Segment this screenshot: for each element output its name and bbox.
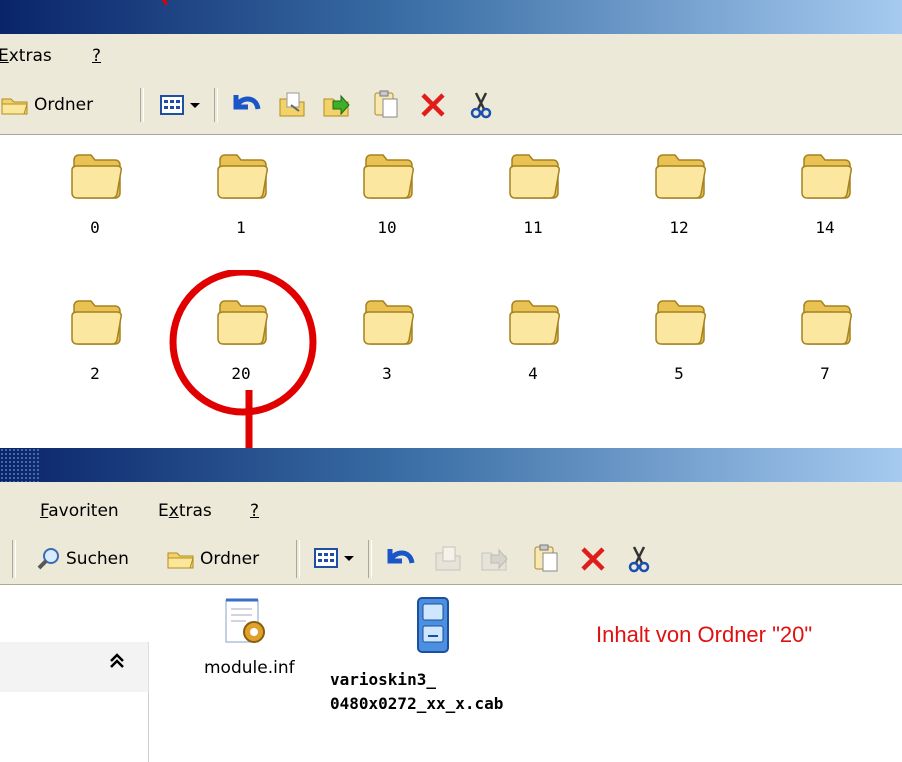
collapse-section-button[interactable] [108, 652, 126, 675]
copy-to-icon [323, 94, 350, 117]
folder-icon [655, 154, 706, 199]
folder-icon [801, 300, 852, 345]
scissors-icon [470, 92, 492, 119]
top-toolbar: Ordner [0, 76, 902, 135]
copy-to-icon [481, 548, 508, 571]
file-name-line1: varioskin3_ [330, 670, 436, 689]
views-icon [160, 95, 200, 115]
folders-button[interactable]: Ordner [166, 546, 259, 572]
folder-label: 0 [90, 218, 100, 237]
delete-button[interactable] [418, 90, 448, 120]
undo-icon [387, 549, 415, 564]
folder-item[interactable]: 12 [624, 150, 734, 270]
folder-item[interactable]: 11 [478, 150, 588, 270]
undo-button[interactable] [228, 90, 264, 120]
delete-icon [421, 93, 445, 117]
cab-archive-icon [417, 597, 449, 653]
copy-to-button [478, 544, 512, 574]
file-varioskin-cab[interactable]: varioskin3_ 0480x0272_xx_x.cab [330, 596, 550, 726]
search-button[interactable]: Suchen [36, 546, 129, 572]
folder-label: 10 [377, 218, 397, 237]
views-button[interactable] [160, 93, 204, 117]
menu-extras[interactable]: Extras [158, 499, 212, 523]
folder-icon [655, 300, 706, 345]
folder-icon [167, 552, 194, 569]
double-chevron-up-icon [110, 653, 124, 668]
paste-button[interactable] [530, 542, 562, 574]
folder-label: 14 [815, 218, 835, 237]
cut-button[interactable] [466, 90, 496, 120]
folder-icon [71, 154, 122, 199]
folder-label: 11 [523, 218, 543, 237]
folder-label: 5 [674, 364, 684, 383]
folders-button[interactable]: Ordner [0, 92, 93, 118]
folder-icon [509, 300, 560, 345]
top-menu-bar: Extras ? [0, 34, 902, 77]
folder-item[interactable]: 4 [478, 296, 588, 416]
folder-label: 1 [236, 218, 246, 237]
menu-favorites[interactable]: Favoriten [40, 499, 119, 523]
folder-icon [217, 154, 268, 199]
folder-item[interactable]: 14 [770, 150, 880, 270]
folder-icon [71, 300, 122, 345]
file-name: module.inf [204, 658, 295, 678]
views-icon [314, 548, 354, 568]
folder-icon [363, 300, 414, 345]
folder-item[interactable]: 3 [332, 296, 442, 416]
bottom-toolbar: Suchen Ordner [0, 534, 902, 585]
file-module-inf[interactable]: module.inf [200, 596, 320, 686]
move-to-button [432, 544, 464, 574]
folder-item[interactable]: 7 [770, 296, 880, 416]
folder-label: 2 [90, 364, 100, 383]
top-title-bar [0, 0, 902, 34]
move-to-icon [279, 92, 305, 117]
menu-help[interactable]: ? [250, 499, 259, 523]
clipboard-icon [534, 544, 558, 572]
move-to-button[interactable] [276, 90, 308, 120]
clipboard-icon [374, 90, 398, 118]
views-button[interactable] [314, 546, 358, 570]
folder-item[interactable]: 2 [40, 296, 150, 416]
folder-icon [509, 154, 560, 199]
bottom-title-bar [0, 448, 902, 482]
folder-icon [801, 154, 852, 199]
scissors-icon [628, 546, 650, 573]
search-icon [37, 548, 59, 570]
folder-icon [363, 154, 414, 199]
cut-button[interactable] [624, 544, 654, 574]
task-pane-section [0, 642, 149, 692]
paste-button[interactable] [370, 88, 402, 120]
bottom-menu-bar: Favoriten Extras ? [0, 482, 902, 535]
folder-item[interactable]: 0 [40, 150, 150, 270]
folder-item[interactable]: 10 [332, 150, 442, 270]
folder-label: 7 [820, 364, 830, 383]
menu-extras[interactable]: Extras [0, 44, 52, 68]
folder-icon [1, 98, 28, 115]
folder-item[interactable]: 5 [624, 296, 734, 416]
settings-file-icon [225, 598, 265, 643]
delete-button[interactable] [578, 544, 608, 574]
copy-to-button[interactable] [320, 90, 354, 120]
folder-item[interactable]: 1 [186, 150, 296, 270]
menu-help[interactable]: ? [92, 44, 101, 68]
folder-label: 4 [528, 364, 538, 383]
annotation-mark [144, 0, 169, 14]
undo-button[interactable] [382, 544, 418, 574]
move-to-icon [435, 546, 461, 571]
file-name-line2: 0480x0272_xx_x.cab [330, 694, 504, 713]
undo-icon [233, 95, 261, 110]
highlight-circle [169, 270, 317, 416]
pane-divider [148, 692, 149, 762]
delete-icon [581, 547, 605, 571]
folder-label: 3 [382, 364, 392, 383]
annotation-caption: Inhalt von Ordner "20" [596, 622, 813, 647]
folder-label: 12 [669, 218, 689, 237]
